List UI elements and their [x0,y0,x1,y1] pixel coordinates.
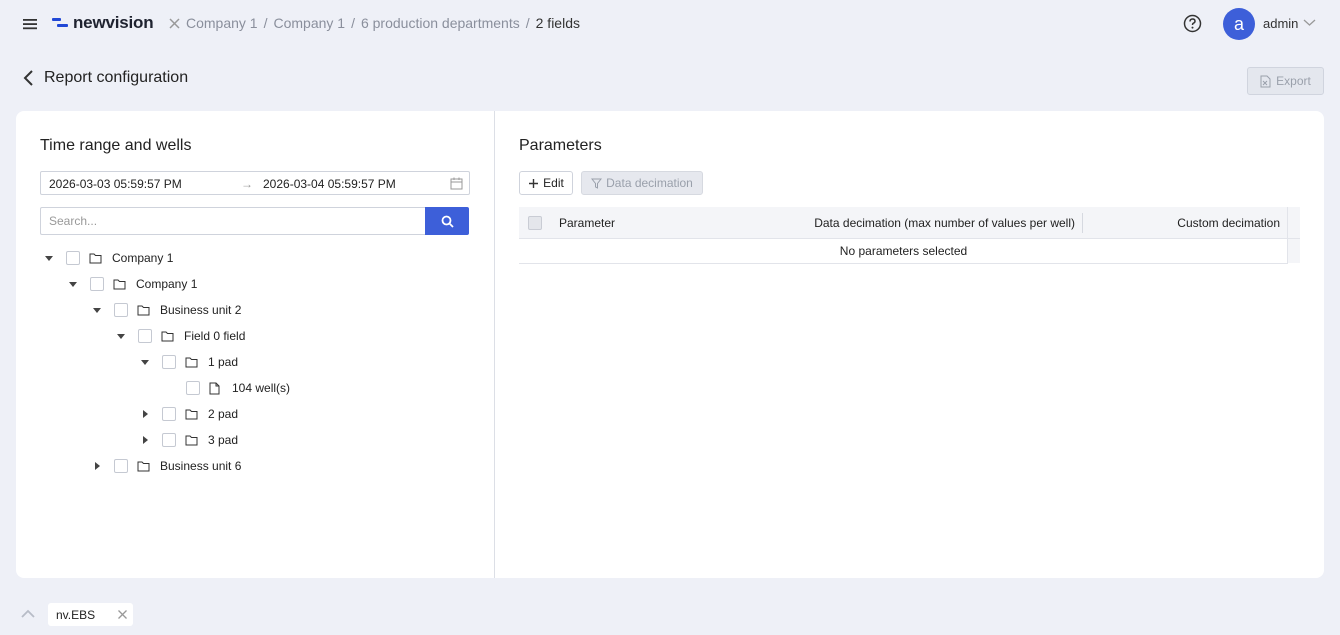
tree-checkbox[interactable] [114,459,128,473]
data-decimation-label: Data decimation [606,176,693,190]
breadcrumb-item[interactable]: 6 production departments [361,15,520,31]
tree-node[interactable]: Company 1 [68,274,197,294]
tree-checkbox[interactable] [138,329,152,343]
folder-icon [137,304,150,316]
select-all-checkbox[interactable] [528,216,542,230]
tree-node-label[interactable]: Company 1 [112,251,173,265]
caret-right-icon[interactable] [140,409,150,419]
tree-checkbox[interactable] [66,251,80,265]
menu-icon[interactable] [22,16,38,32]
caret-right-icon[interactable] [140,435,150,445]
edit-label: Edit [543,176,564,190]
parameters-title: Parameters [519,137,602,154]
tree-node[interactable]: Business unit 6 [92,456,241,476]
date-range-picker[interactable]: 2026-03-03 05:59:57 PM → 2026-03-04 05:5… [40,171,470,195]
tree-node-label[interactable]: Business unit 2 [160,303,241,317]
tree-node[interactable]: 1 pad [140,352,238,372]
tree-node-label[interactable]: Company 1 [136,277,197,291]
tree-node[interactable]: 2 pad [140,404,238,424]
tree-checkbox[interactable] [162,355,176,369]
tree-checkbox[interactable] [114,303,128,317]
tree-node-label[interactable]: 3 pad [208,433,238,447]
empty-state: No parameters selected [519,239,1288,264]
folder-icon [185,356,198,368]
caret-right-icon[interactable] [92,461,102,471]
file-icon [209,382,222,395]
column-separator[interactable] [1082,213,1083,233]
tree-node-label[interactable]: 1 pad [208,355,238,369]
tree-node[interactable]: Company 1 [44,248,173,268]
tree-checkbox[interactable] [90,277,104,291]
breadcrumb: Company 1 / Company 1 / 6 production dep… [186,15,580,31]
tree-node-label[interactable]: 2 pad [208,407,238,421]
time-range-title: Time range and wells [40,137,192,154]
bottom-tab-label: nv.EBS [56,607,96,622]
date-start-field[interactable]: 2026-03-03 05:59:57 PM [49,177,182,191]
tree-node-label[interactable]: 104 well(s) [232,381,290,395]
search-input[interactable] [40,207,426,235]
arrow-right-icon: → [241,177,253,191]
breadcrumb-current: 2 fields [535,15,580,31]
date-end-field[interactable]: 2026-03-04 05:59:57 PM [263,177,396,191]
column-header-decimation[interactable]: Data decimation (max number of values pe… [760,216,1075,230]
folder-icon [161,330,174,342]
tree-checkbox[interactable] [186,381,200,395]
tree-node[interactable]: Business unit 2 [92,300,241,320]
breadcrumb-separator: / [351,15,355,31]
close-icon[interactable] [117,609,128,620]
tree-node[interactable]: 3 pad [140,430,238,450]
folder-icon [113,278,126,290]
export-button[interactable]: Export [1247,67,1324,95]
help-icon[interactable] [1183,14,1202,33]
page-title: Report configuration [44,69,189,86]
folder-icon [137,460,150,472]
tree-checkbox[interactable] [162,407,176,421]
caret-down-icon[interactable] [68,279,78,289]
export-icon [1260,75,1271,88]
search-button[interactable] [425,207,469,235]
column-header-parameter[interactable]: Parameter [559,216,615,230]
caret-down-icon[interactable] [92,305,102,315]
data-decimation-button[interactable]: Data decimation [581,171,703,195]
close-icon[interactable] [168,17,181,30]
caret-down-icon[interactable] [116,331,126,341]
folder-icon [89,252,102,264]
breadcrumb-separator: / [263,15,268,31]
tree-checkbox[interactable] [162,433,176,447]
breadcrumb-separator: / [525,15,530,31]
tree-node[interactable]: 104 well(s) [164,378,290,398]
logo-text: newvision [73,13,154,32]
tree-node-label[interactable]: Field 0 field [184,329,245,343]
caret-down-icon[interactable] [44,253,54,263]
breadcrumb-item[interactable]: Company 1 [186,15,258,31]
scrollbar-gutter [1288,239,1300,263]
chevron-down-icon[interactable] [1303,18,1316,27]
folder-icon [185,434,198,446]
plus-icon [528,178,539,189]
panel-divider [494,111,495,578]
logo[interactable]: newvision [52,12,154,34]
folder-icon [185,408,198,420]
tree-node-label[interactable]: Business unit 6 [160,459,241,473]
export-label: Export [1276,74,1311,88]
back-icon[interactable] [22,69,36,87]
column-header-custom-decimation[interactable]: Custom decimation [1090,216,1280,230]
caret-down-icon[interactable] [140,357,150,367]
logo-mark-icon [52,17,68,29]
filter-icon [591,178,603,189]
calendar-icon[interactable] [450,177,463,190]
breadcrumb-item[interactable]: Company 1 [273,15,345,31]
tree-node[interactable]: Field 0 field [116,326,245,346]
search-icon [441,215,454,228]
chevron-up-icon[interactable] [20,608,36,620]
user-name[interactable]: admin [1263,16,1298,31]
edit-button[interactable]: Edit [519,171,573,195]
avatar[interactable]: a [1223,8,1255,40]
